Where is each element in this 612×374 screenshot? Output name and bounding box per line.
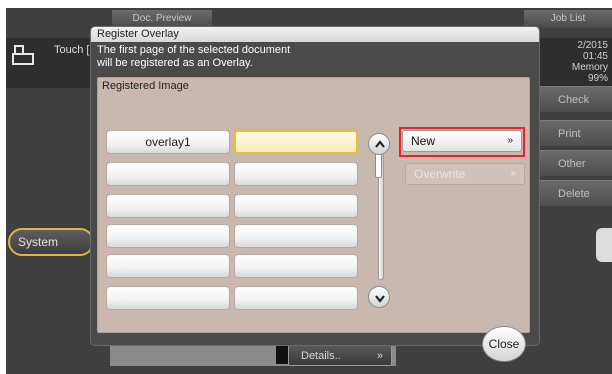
- dialog-title: Register Overlay: [91, 27, 539, 42]
- overlay-slot[interactable]: [234, 162, 358, 186]
- panel-toggle-arrow[interactable]: [596, 228, 612, 262]
- overlay-slot[interactable]: [106, 194, 230, 218]
- double-arrow-icon: »: [507, 135, 513, 146]
- details-arrow-icon: »: [376, 350, 383, 362]
- dialog-message-line2: will be registered as an Overlay.: [97, 57, 253, 69]
- overlay-slot[interactable]: [234, 286, 358, 310]
- scroll-up-button[interactable]: [368, 133, 390, 155]
- chevron-down-icon: [375, 295, 385, 303]
- overlay-slot[interactable]: [106, 224, 230, 248]
- memory-label: Memory: [571, 62, 608, 73]
- dialog-message-line1: The first page of the selected document: [97, 44, 291, 56]
- touch-panel: Touch [: [6, 38, 92, 88]
- status-date: 2/2015: [577, 40, 608, 51]
- dialog-message: The first page of the selected document …: [97, 44, 397, 70]
- overlay-slot[interactable]: [106, 162, 230, 186]
- new-button-label: New: [411, 134, 436, 148]
- tab-job-list[interactable]: Job List: [524, 10, 612, 28]
- touch-label: Touch [: [54, 44, 90, 56]
- details-label: Details..: [301, 350, 341, 362]
- new-button[interactable]: New »: [402, 130, 522, 152]
- overlay-slot-selected[interactable]: [234, 130, 358, 154]
- system-button[interactable]: System: [8, 228, 94, 256]
- registered-image-label: Registered Image: [102, 80, 189, 92]
- overwrite-button-label: Overwrite: [414, 167, 466, 181]
- delete-button[interactable]: Delete: [532, 180, 612, 206]
- overlay-slot[interactable]: [234, 254, 358, 278]
- overlay-slot[interactable]: [234, 194, 358, 218]
- status-time: 01:45: [582, 51, 608, 62]
- tab-doc-preview[interactable]: Doc. Preview: [112, 10, 212, 28]
- details-button[interactable]: Details.. »: [288, 344, 392, 366]
- chevron-up-icon: [375, 140, 385, 148]
- overlay-slot[interactable]: [106, 286, 230, 310]
- overlay-slot[interactable]: [106, 254, 230, 278]
- overwrite-button[interactable]: Overwrite »: [405, 163, 525, 185]
- other-button[interactable]: Other: [532, 150, 612, 176]
- memory-value: 99%: [587, 73, 608, 84]
- double-arrow-icon: »: [510, 168, 516, 179]
- print-button[interactable]: Print: [532, 120, 612, 146]
- overlay-slot[interactable]: overlay1: [106, 130, 230, 154]
- printer-icon: [12, 45, 34, 65]
- check-setting-button[interactable]: Check Setting: [532, 86, 612, 132]
- overlay-slot[interactable]: [234, 224, 358, 248]
- scroll-down-button[interactable]: [368, 286, 390, 308]
- close-button[interactable]: Close: [482, 326, 526, 362]
